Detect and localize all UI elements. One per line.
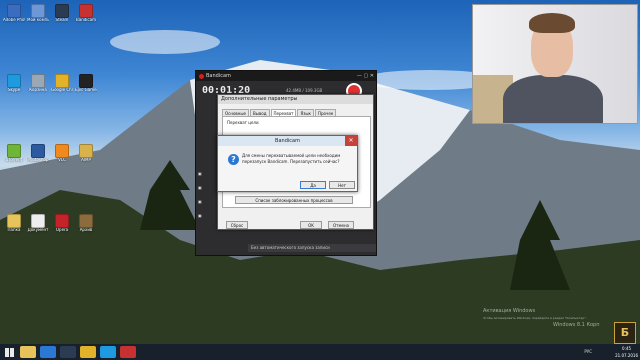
sidebar-item-fps[interactable]: ▣ (198, 181, 202, 195)
ok-button[interactable]: OK (300, 221, 322, 229)
desktop-icon-label: Opera (55, 228, 69, 232)
chrome-icon (55, 74, 69, 88)
desktop-icon[interactable]: Архив (75, 214, 97, 242)
computer-icon (31, 4, 45, 18)
sidebar-item-image[interactable]: ▣ (198, 209, 202, 223)
lang-indicator[interactable]: РУС (584, 349, 592, 354)
desktop-icon-label: Adobe Photoshop (3, 18, 25, 22)
window-controls[interactable]: — ▢ ✕ (357, 71, 374, 81)
chrome-icon[interactable] (80, 346, 96, 358)
desktop-icon[interactable]: AIMP (75, 144, 97, 172)
clock-date: 21.07.2016 (615, 353, 638, 358)
taskbar: РУС 0:45 21.07.2016 (0, 344, 640, 360)
desktop-icon[interactable]: Корзина (27, 74, 49, 102)
desktop-icon[interactable]: Epic Games (75, 74, 97, 102)
blocked-processes-button[interactable]: Список заблокированных процессов (235, 196, 353, 204)
vlc-icon (55, 144, 69, 158)
desktop-icon-label: VLC (58, 158, 66, 162)
record-icon (79, 4, 93, 18)
steam-icon[interactable] (60, 346, 76, 358)
app-icon (7, 4, 21, 18)
desktop-icon-label: Bandicam (76, 18, 96, 22)
restart-dialog[interactable]: Bandicam ✕ ? Для смены перехватываемой ц… (217, 135, 358, 192)
sidebar-item-video[interactable]: ▣ (198, 195, 202, 209)
desktop-icon[interactable]: Мой компьютер (27, 4, 49, 32)
desktop-icon[interactable]: VLC (51, 144, 73, 172)
music-icon (79, 144, 93, 158)
opera-icon (55, 214, 69, 228)
activation-watermark: Активация Windows Чтобы активировать Win… (483, 308, 603, 329)
desktop-icon-label: Мой компьютер (27, 18, 49, 22)
document-icon (31, 214, 45, 228)
desktop-icon[interactable]: Skype (3, 74, 25, 102)
desktop-icon[interactable]: uTorrent (3, 144, 25, 172)
bandicam-title: Bandicam (206, 73, 231, 79)
ps-icon (31, 144, 45, 158)
desktop-icon-label: Корзина (29, 88, 47, 92)
question-icon: ? (228, 154, 239, 165)
no-button[interactable]: Нет (329, 181, 355, 189)
ie-icon[interactable] (40, 346, 56, 358)
desktop-icon[interactable]: Google Chrome (51, 74, 73, 102)
yes-button[interactable]: Да (300, 181, 326, 189)
desktop-icon-label: uTorrent (5, 158, 23, 162)
desktop: Adobe PhotoshopМой компьютер Steam Bandica… (0, 0, 640, 344)
dialog-message: Для смены перехватываемой цели необходим… (242, 153, 341, 164)
close-icon[interactable]: ✕ (345, 136, 357, 146)
windows-icon (4, 347, 14, 357)
epic-icon (79, 74, 93, 88)
cancel-button[interactable]: Отмена (328, 221, 354, 229)
desktop-icon[interactable]: Папка (3, 214, 25, 242)
desktop-icon-label: Архив (79, 228, 93, 232)
desktop-icon-label: Epic Games (75, 88, 97, 92)
dialog-title: Bandicam ✕ (218, 136, 357, 146)
desktop-icon[interactable]: Документ (27, 214, 49, 242)
channel-logo: Б (614, 322, 636, 344)
sidebar-item-general[interactable]: ▣ (198, 167, 202, 181)
desktop-icon-label: Папка (7, 228, 21, 232)
watermark-title: Активация Windows (483, 308, 536, 314)
desktop-icon-label: Steam (55, 18, 69, 22)
cloud (110, 30, 220, 54)
clock-time: 0:45 (622, 346, 632, 351)
torrent-icon (7, 144, 21, 158)
archive-icon (79, 214, 93, 228)
reset-button[interactable]: Сброс (226, 221, 248, 229)
folder-icon (7, 214, 21, 228)
desktop-icon-label: Photoshop (27, 158, 49, 162)
bandicam-sidebar: ▣ ▣ ▣ ▣ (198, 167, 202, 223)
start-button[interactable] (0, 344, 18, 360)
desktop-icon-label: Skype (7, 88, 21, 92)
skype-icon[interactable] (100, 346, 116, 358)
dialog-title-text: Bandicam (275, 138, 300, 144)
os-label: Windows 8.1 Корп (553, 322, 600, 328)
settings-title: Дополнительные параметры (218, 95, 373, 104)
desktop-icon-label: AIMP (81, 158, 91, 162)
steam-icon (55, 4, 69, 18)
desktop-icon-label: Google Chrome (51, 88, 73, 92)
webcam-overlay (472, 4, 638, 124)
bandicam-icon[interactable] (120, 346, 136, 358)
bandicam-titlebar[interactable]: Bandicam — ▢ ✕ (196, 71, 376, 81)
desktop-icon[interactable]: Adobe Photoshop (3, 4, 25, 32)
system-tray[interactable]: РУС (584, 344, 592, 360)
trash-icon (31, 74, 45, 88)
watermark-sub: Чтобы активировать Windows, перейдите в … (483, 316, 587, 320)
file-explorer-icon[interactable] (20, 346, 36, 358)
desktop-icon[interactable]: Photoshop (27, 144, 49, 172)
desktop-icon[interactable]: Bandicam (75, 4, 97, 32)
clock[interactable]: 0:45 21.07.2016 (615, 345, 638, 359)
record-size: 42.4MB / 109.3GB (286, 88, 323, 93)
desktop-icon-label: Документ (27, 228, 49, 232)
desktop-icon[interactable]: Opera (51, 214, 73, 242)
webcam-person-hair (529, 13, 575, 33)
webcam-person-body (503, 75, 603, 123)
desktop-icon[interactable]: Steam (51, 4, 73, 32)
group-label: Перехват цели (227, 120, 259, 125)
skype-icon (7, 74, 21, 88)
status-bar: Без автоматического запуска записи (248, 244, 376, 252)
bandicam-logo-icon (199, 74, 204, 79)
